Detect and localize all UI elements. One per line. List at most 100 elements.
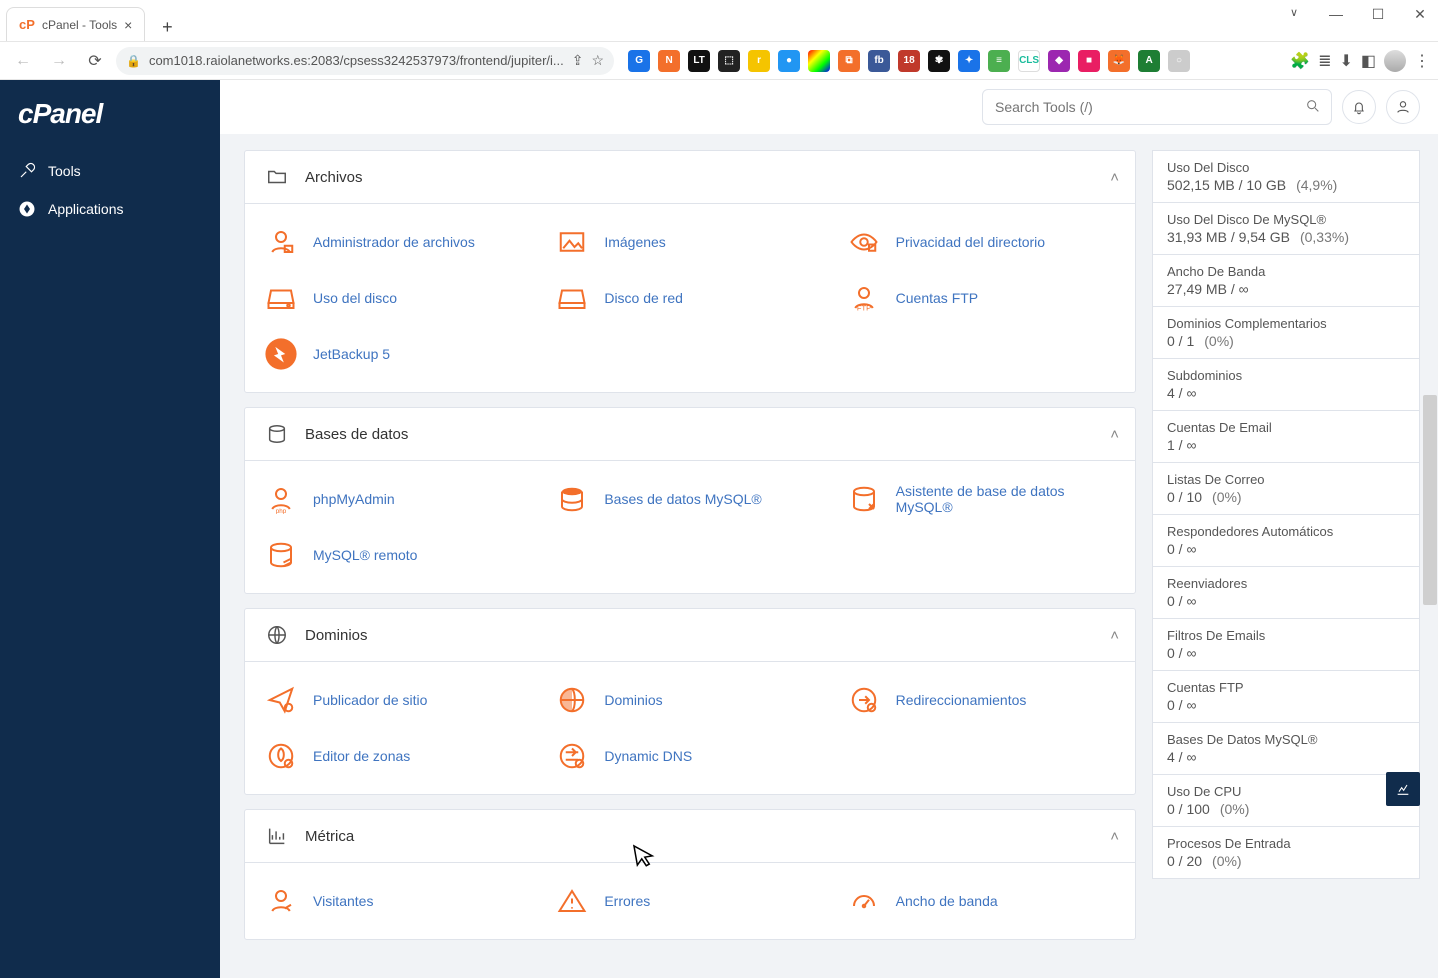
- stat-row[interactable]: Procesos De Entrada0 / 20(0%): [1152, 827, 1420, 879]
- address-field[interactable]: 🔒 com1018.raiolanetworks.es:2083/cpsess3…: [116, 47, 614, 75]
- share-icon[interactable]: ⇪: [572, 52, 584, 69]
- extension-icon[interactable]: ◆: [1048, 50, 1070, 72]
- extension-icon[interactable]: ⧉: [838, 50, 860, 72]
- panel-header[interactable]: Métrica ˄: [245, 810, 1135, 863]
- search-icon[interactable]: [1305, 98, 1321, 117]
- stat-row[interactable]: Reenviadores0 / ∞: [1152, 567, 1420, 619]
- chevron-up-icon[interactable]: ˄: [1110, 426, 1119, 443]
- stat-row[interactable]: Dominios Complementarios0 / 1(0%): [1152, 307, 1420, 359]
- tool-link[interactable]: Privacidad del directorio: [896, 234, 1045, 250]
- tool-link[interactable]: Imágenes: [604, 234, 665, 250]
- search-input[interactable]: [993, 98, 1305, 116]
- extension-icon[interactable]: 18: [898, 50, 920, 72]
- tool-link[interactable]: Cuentas FTP: [896, 290, 978, 306]
- extension-icon[interactable]: ✦: [958, 50, 980, 72]
- panel-header[interactable]: Bases de datos ˄: [245, 408, 1135, 461]
- stat-row[interactable]: Bases De Datos MySQL®4 / ∞: [1152, 723, 1420, 775]
- sidebar-item-tools[interactable]: Tools: [0, 152, 220, 190]
- extension-icon[interactable]: 🦊: [1108, 50, 1130, 72]
- close-icon[interactable]: ✕: [1408, 6, 1432, 23]
- notifications-button[interactable]: [1342, 90, 1376, 124]
- tool-mysql-databases[interactable]: Bases de datos MySQL®: [544, 471, 835, 527]
- tool-link[interactable]: MySQL® remoto: [313, 547, 417, 563]
- tool-network-disk[interactable]: Disco de red: [544, 270, 835, 326]
- panel-header[interactable]: Dominios ˄: [245, 609, 1135, 662]
- tool-link[interactable]: Bases de datos MySQL®: [604, 491, 761, 507]
- tool-phpmyadmin[interactable]: php phpMyAdmin: [253, 471, 544, 527]
- kebab-menu-icon[interactable]: ⋮: [1414, 51, 1430, 71]
- new-tab-button[interactable]: +: [153, 13, 181, 41]
- reload-button[interactable]: ⟳: [80, 46, 110, 76]
- maximize-icon[interactable]: ☐: [1366, 6, 1390, 23]
- extension-icon[interactable]: A: [1138, 50, 1160, 72]
- stat-row[interactable]: Uso De CPU0 / 100(0%): [1152, 775, 1420, 827]
- tool-ftp-accounts[interactable]: FTP Cuentas FTP: [836, 270, 1127, 326]
- tool-dynamic-dns[interactable]: Dynamic DNS: [544, 728, 835, 784]
- tool-link[interactable]: Ancho de banda: [896, 893, 998, 909]
- chevron-up-icon[interactable]: ˄: [1110, 627, 1119, 644]
- search-field[interactable]: [982, 89, 1332, 125]
- tool-disk-usage[interactable]: Uso del disco: [253, 270, 544, 326]
- tool-link[interactable]: Visitantes: [313, 893, 373, 909]
- extension-icon[interactable]: ○: [1168, 50, 1190, 72]
- tool-link[interactable]: phpMyAdmin: [313, 491, 395, 507]
- tool-domains[interactable]: Dominios: [544, 672, 835, 728]
- chevron-up-icon[interactable]: ˄: [1110, 828, 1119, 845]
- extension-icon[interactable]: N: [658, 50, 680, 72]
- tool-file-manager[interactable]: Administrador de archivos: [253, 214, 544, 270]
- extension-icon[interactable]: fb: [868, 50, 890, 72]
- stat-row[interactable]: Respondedores Automáticos0 / ∞: [1152, 515, 1420, 567]
- extension-icon[interactable]: ●: [778, 50, 800, 72]
- account-button[interactable]: [1386, 90, 1420, 124]
- stat-row[interactable]: Uso Del Disco502,15 MB / 10 GB(4,9%): [1152, 150, 1420, 203]
- tool-site-publisher[interactable]: Publicador de sitio: [253, 672, 544, 728]
- tool-link[interactable]: Dynamic DNS: [604, 748, 692, 764]
- chevron-up-icon[interactable]: ˄: [1110, 169, 1119, 186]
- sidebar-item-applications[interactable]: Applications: [0, 190, 220, 228]
- tool-remote-mysql[interactable]: MySQL® remoto: [253, 527, 544, 583]
- sidepanel-icon[interactable]: ◧: [1361, 51, 1376, 71]
- bookmark-star-icon[interactable]: ☆: [592, 52, 605, 69]
- stat-row[interactable]: Subdominios4 / ∞: [1152, 359, 1420, 411]
- tool-images[interactable]: Imágenes: [544, 214, 835, 270]
- stat-row[interactable]: Listas De Correo0 / 10(0%): [1152, 463, 1420, 515]
- back-button[interactable]: ←: [8, 46, 38, 76]
- minimize-icon[interactable]: —: [1324, 6, 1348, 23]
- tool-link[interactable]: Redireccionamientos: [896, 692, 1027, 708]
- tool-mysql-wizard[interactable]: Asistente de base de datos MySQL®: [836, 471, 1127, 527]
- extension-icon[interactable]: ■: [1078, 50, 1100, 72]
- stat-row[interactable]: Uso Del Disco De MySQL®31,93 MB / 9,54 G…: [1152, 203, 1420, 255]
- stat-row[interactable]: Filtros De Emails0 / ∞: [1152, 619, 1420, 671]
- extension-puzzle-icon[interactable]: 🧩: [1290, 51, 1310, 71]
- tool-link[interactable]: Administrador de archivos: [313, 234, 475, 250]
- tool-link[interactable]: Editor de zonas: [313, 748, 410, 764]
- tool-link[interactable]: Disco de red: [604, 290, 683, 306]
- tool-link[interactable]: Dominios: [604, 692, 662, 708]
- extension-icon[interactable]: ⬚: [718, 50, 740, 72]
- tool-bandwidth[interactable]: Ancho de banda: [836, 873, 1127, 929]
- profile-avatar[interactable]: [1384, 50, 1406, 72]
- chevron-down-icon[interactable]: ∨: [1282, 6, 1306, 23]
- tool-visitors[interactable]: Visitantes: [253, 873, 544, 929]
- browser-tab[interactable]: cP cPanel - Tools ×: [6, 7, 145, 41]
- tool-zone-editor[interactable]: Editor de zonas: [253, 728, 544, 784]
- tab-close-icon[interactable]: ×: [124, 17, 132, 33]
- forward-button[interactable]: →: [44, 46, 74, 76]
- stat-row[interactable]: Cuentas De Email1 / ∞: [1152, 411, 1420, 463]
- extension-icon[interactable]: LT: [688, 50, 710, 72]
- tool-link[interactable]: Asistente de base de datos MySQL®: [896, 483, 1117, 515]
- scrollbar-thumb[interactable]: [1423, 395, 1437, 605]
- stat-row[interactable]: Ancho De Banda27,49 MB / ∞: [1152, 255, 1420, 307]
- download-icon[interactable]: ⬇: [1339, 51, 1352, 71]
- tool-errors[interactable]: Errores: [544, 873, 835, 929]
- tool-link[interactable]: Errores: [604, 893, 650, 909]
- stat-row[interactable]: Cuentas FTP0 / ∞: [1152, 671, 1420, 723]
- extension-icon[interactable]: G: [628, 50, 650, 72]
- extension-icon[interactable]: [808, 50, 830, 72]
- tool-link[interactable]: Uso del disco: [313, 290, 397, 306]
- analytics-float-button[interactable]: [1386, 772, 1420, 806]
- tool-link[interactable]: JetBackup 5: [313, 346, 390, 362]
- tool-jetbackup[interactable]: JetBackup 5: [253, 326, 544, 382]
- extension-icon[interactable]: ≡: [988, 50, 1010, 72]
- extension-icon[interactable]: r: [748, 50, 770, 72]
